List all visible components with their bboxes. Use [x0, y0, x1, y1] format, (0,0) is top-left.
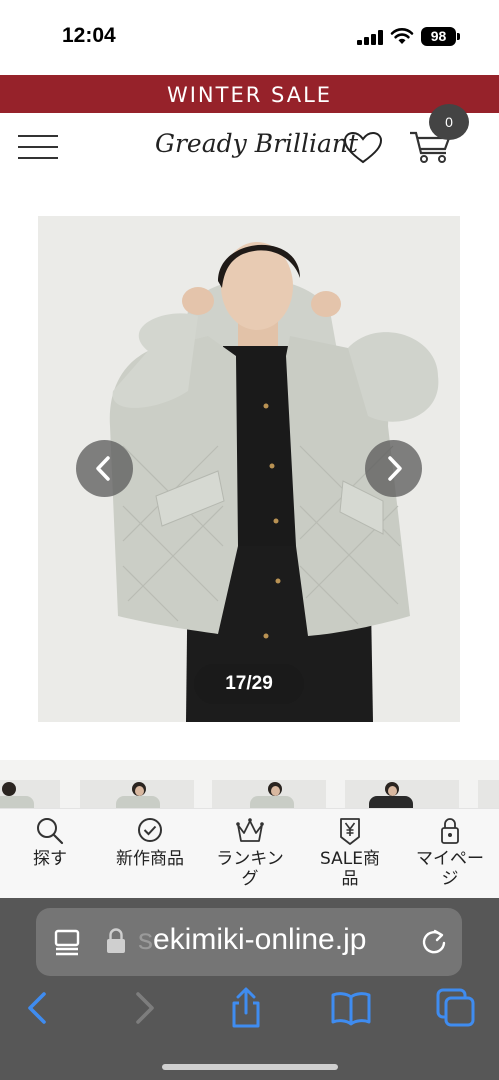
thumbnail[interactable]	[80, 780, 194, 808]
lock-icon	[441, 818, 459, 844]
gallery-counter: 17/29	[194, 664, 304, 704]
sale-banner[interactable]: WINTER SALE	[0, 75, 499, 113]
site-logo[interactable]: Gready Brilliant	[155, 129, 358, 158]
tab-ranking[interactable]: ランキン グ	[200, 809, 300, 899]
share-icon[interactable]	[224, 986, 268, 1030]
battery-tip	[457, 33, 460, 40]
tab-label: SALE商 品	[320, 849, 380, 889]
home-indicator	[162, 1064, 338, 1070]
bookmarks-icon[interactable]	[329, 986, 373, 1030]
browser-toolbar: sekimiki-online.jp	[0, 898, 499, 1080]
tab-new-items[interactable]: 新作商品	[100, 809, 200, 899]
battery-level: 98	[421, 27, 456, 46]
lock-icon	[107, 928, 125, 953]
thumbnail[interactable]	[478, 780, 499, 808]
wifi-icon	[390, 28, 414, 44]
check-circle-icon	[138, 818, 162, 842]
tab-label: 探す	[33, 849, 67, 869]
search-icon	[37, 818, 64, 845]
site-tab-bar: 探す 新作商品 ランキン グ SALE商 品 マイペー ジ	[0, 808, 499, 898]
url-text[interactable]: sekimiki-online.jp	[138, 923, 366, 957]
tab-sale-items[interactable]: SALE商 品	[300, 809, 400, 899]
status-bar: 12:04 98	[0, 0, 499, 75]
reader-icon[interactable]	[54, 928, 80, 956]
chevron-left-icon	[96, 456, 110, 481]
gallery-prev-button[interactable]	[76, 440, 133, 497]
thumbnail-strip[interactable]	[0, 760, 499, 808]
thumbnail[interactable]	[212, 780, 326, 808]
site-header: Gready Brilliant	[0, 113, 499, 183]
back-icon[interactable]	[16, 986, 60, 1030]
reload-icon[interactable]	[420, 928, 448, 956]
tab-search[interactable]: 探す	[0, 809, 100, 899]
yen-tag-icon	[340, 818, 360, 845]
tabs-icon[interactable]	[434, 986, 478, 1030]
gallery-next-button[interactable]	[365, 440, 422, 497]
chevron-right-icon	[388, 456, 402, 481]
thumbnail[interactable]	[0, 780, 60, 808]
tab-label: ランキン グ	[216, 849, 284, 889]
tab-label: 新作商品	[116, 849, 184, 869]
status-time: 12:04	[62, 24, 116, 47]
tab-my-page[interactable]: マイペー ジ	[400, 809, 499, 899]
forward-icon[interactable]	[122, 986, 166, 1030]
crown-icon	[236, 818, 264, 842]
address-bar[interactable]: sekimiki-online.jp	[36, 908, 462, 976]
product-page: 12:04 98 WINTER SALE Gready Brilliant 0 …	[0, 0, 499, 1080]
thumbnail[interactable]	[345, 780, 459, 808]
heart-icon	[343, 131, 383, 164]
tab-label: マイペー ジ	[416, 849, 484, 889]
hamburger-icon[interactable]	[18, 133, 58, 161]
cart-count-badge[interactable]: 0	[429, 104, 469, 140]
cellular-signal-icon	[357, 30, 383, 45]
